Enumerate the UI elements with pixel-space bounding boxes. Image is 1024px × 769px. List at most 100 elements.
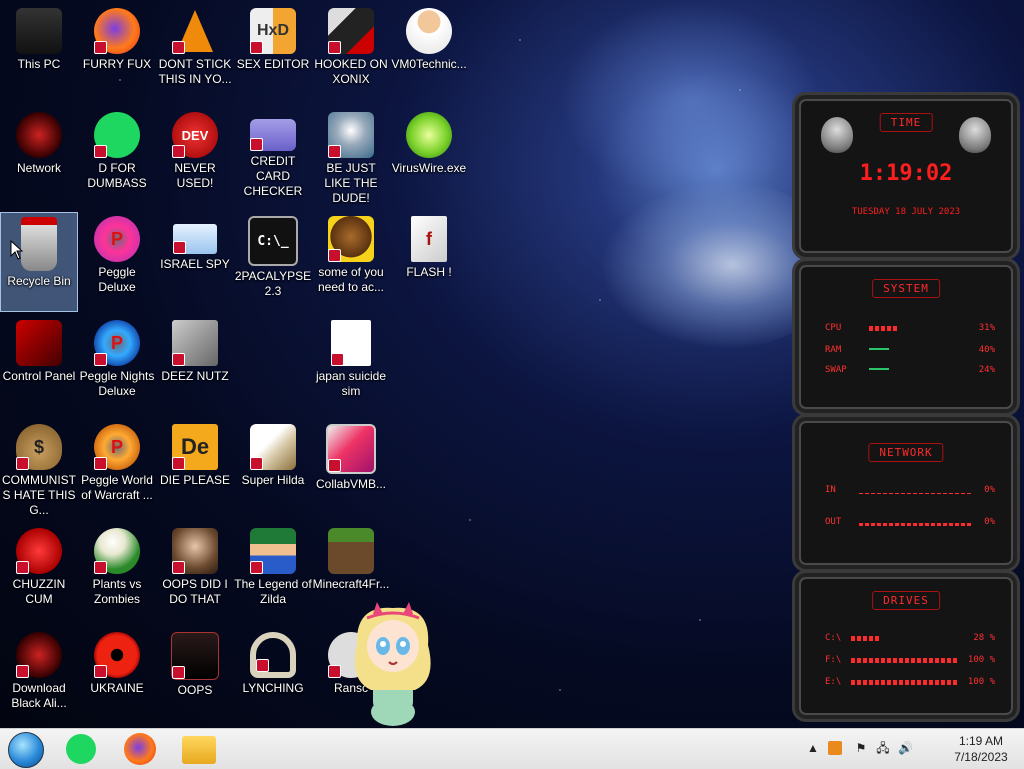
- taskbar-file-explorer-icon[interactable]: [182, 736, 216, 764]
- desktop-icon-plants-vs-zombies[interactable]: Plants vs Zombies: [78, 524, 156, 624]
- icon-label: Control Panel: [2, 369, 76, 383]
- desktop-icon-chuzzin[interactable]: CHUZZIN CUM: [0, 524, 78, 624]
- desktop-icon-japan-suicide[interactable]: japan suicide sim: [312, 316, 390, 416]
- network-widget: NETWORK IN 0% OUT 0%: [792, 414, 1020, 572]
- ram-value: 40%: [978, 345, 995, 355]
- desktop-icon-peggle-deluxe[interactable]: P Peggle Deluxe: [78, 212, 156, 312]
- alien-network-icon: [16, 112, 62, 158]
- alien-head-icon: [959, 117, 991, 153]
- tray-app-icon[interactable]: [828, 741, 842, 755]
- time-widget-date: TUESDAY 18 JULY 2023: [851, 207, 961, 217]
- desktop-icon-2pacalypse[interactable]: C:\_ 2PACALYPSE 2.3: [234, 212, 312, 312]
- icon-label: COMMUNISTS HATE THIS G...: [2, 473, 76, 517]
- desktop-icon-be-just-like[interactable]: BE JUST LIKE THE DUDE!: [312, 108, 390, 208]
- desktop-icon-die-please[interactable]: De DIE PLEASE: [156, 420, 234, 520]
- network-icon[interactable]: 🖧: [876, 741, 890, 755]
- icon-label: FLASH !: [406, 265, 452, 279]
- system-tray: ▲ ⚑ 🖧 🔊 1:19 AM 7/18/2023: [806, 729, 1016, 769]
- radiation-icon: [94, 632, 140, 678]
- taskbar-clock[interactable]: 1:19 AM 7/18/2023: [946, 733, 1016, 765]
- limewire-icon: [406, 112, 452, 158]
- drives-widget: DRIVES C:\ 28 % F:\ 100 % E:\ 100 %: [792, 570, 1020, 722]
- desktop-icon-oops-did-i[interactable]: OOPS DID I DO THAT: [156, 524, 234, 624]
- desktop-icon-sex-editor[interactable]: HxD SEX EDITOR: [234, 4, 312, 104]
- desktop-icon-deez-nutz[interactable]: DEEZ NUTZ: [156, 316, 234, 416]
- desktop-icon-communists[interactable]: $ COMMUNISTS HATE THIS G...: [0, 420, 78, 520]
- drive-c-label: C:\: [825, 633, 842, 643]
- desktop-icon-network[interactable]: Network: [0, 108, 78, 208]
- windows-stack-icon: [172, 320, 218, 366]
- icon-label: Network: [16, 161, 61, 175]
- desktop-icon-some-of-you[interactable]: some of you need to ac...: [312, 212, 390, 312]
- peggle-icon: P: [94, 216, 140, 262]
- desktop-icon-collabvm[interactable]: CollabVMB...: [312, 420, 390, 520]
- desktop-icon-israel-spy[interactable]: ISRAEL SPY: [156, 212, 234, 312]
- icon-label: NEVER USED!: [174, 161, 216, 190]
- icon-label: Minecraft4Fr...: [312, 577, 390, 591]
- icon-label: OOPS: [177, 683, 213, 697]
- icon-label: DIE PLEASE: [159, 473, 231, 487]
- start-button[interactable]: [8, 732, 44, 768]
- desktop-icon-ukraine[interactable]: UKRAINE: [78, 628, 156, 728]
- icon-label: DEEZ NUTZ: [161, 369, 229, 383]
- peggle-world-icon: P: [94, 424, 140, 470]
- document-icon: [331, 320, 371, 366]
- desktop-icon-super-hilda[interactable]: Super Hilda: [234, 420, 312, 520]
- desktop-icon-dont-stick[interactable]: DONT STICK THIS IN YO...: [156, 4, 234, 104]
- desktop-icon-download-black[interactable]: Download Black Ali...: [0, 628, 78, 728]
- vlc-cone-icon: [172, 8, 218, 54]
- desktop-icon-lynching[interactable]: LYNCHING: [234, 628, 312, 728]
- network-in-value: 0%: [984, 485, 995, 495]
- desktop-icon-furry-fux[interactable]: FURRY FUX: [78, 4, 156, 104]
- system-widget-title: SYSTEM: [872, 279, 940, 298]
- desktop-icon-credit-card[interactable]: CREDIT CARD CHECKER: [234, 108, 312, 208]
- taskbar-firefox-icon[interactable]: [124, 733, 156, 765]
- desktop-icon-flash[interactable]: f FLASH !: [390, 212, 468, 312]
- network-in-label: IN: [825, 485, 836, 495]
- desktop-icon-control-panel[interactable]: Control Panel: [0, 316, 78, 416]
- show-hidden-icons-icon[interactable]: ▲: [806, 741, 820, 755]
- drive-e-label: E:\: [825, 677, 842, 687]
- desktop-icon-legend-of-zilda[interactable]: The Legend of Zilda: [234, 524, 312, 624]
- cpu-label: CPU: [825, 323, 842, 333]
- pixel-hero-icon: [250, 528, 296, 574]
- icon-label: BE JUST LIKE THE DUDE!: [324, 161, 378, 205]
- icon-label: DONT STICK THIS IN YO...: [158, 57, 232, 86]
- desktop-icon-vm0technic[interactable]: VM0Technic...: [390, 4, 468, 104]
- ram-label: RAM: [825, 345, 842, 355]
- desktop-icon-hooked-on-xonix[interactable]: HOOKED ON XONIX: [312, 4, 390, 104]
- drive-e-row: E:\ 100 %: [825, 677, 995, 689]
- desktop-icon-d-for[interactable]: D FOR DUMBASS: [78, 108, 156, 208]
- drive-e-bar: [851, 680, 959, 685]
- icon-label: japan suicide sim: [315, 369, 387, 398]
- icon-label: The Legend of Zilda: [234, 577, 312, 606]
- desktop-icon-recycle-bin[interactable]: Recycle Bin: [0, 212, 78, 312]
- icon-label: CollabVMB...: [315, 477, 387, 491]
- desktop-icon-this-pc[interactable]: This PC: [0, 4, 78, 104]
- credit-card-icon: [250, 119, 296, 151]
- time-widget: TIME 1:19:02 TUESDAY 18 JULY 2023: [792, 92, 1020, 260]
- desktop-icon-peggle-world[interactable]: P Peggle World of Warcraft ...: [78, 420, 156, 520]
- desktop-icon-peggle-nights[interactable]: P Peggle Nights Deluxe: [78, 316, 156, 416]
- volume-icon[interactable]: 🔊: [898, 741, 913, 755]
- desktop-icon-oops[interactable]: OOPS: [156, 628, 234, 728]
- portrait-icon: [172, 528, 218, 574]
- de-logo-icon: De: [172, 424, 218, 470]
- pixel-character-icon: [250, 424, 296, 470]
- icon-label: Peggle Deluxe: [98, 265, 136, 294]
- peggle-nights-icon: P: [94, 320, 140, 366]
- icon-label: CHUZZIN CUM: [12, 577, 66, 606]
- xonix-icon: [328, 8, 374, 54]
- network-share-icon: [173, 224, 217, 254]
- icon-label: Download Black Ali...: [11, 681, 67, 710]
- drive-f-value: 100 %: [967, 655, 995, 665]
- icon-label: Recycle Bin: [7, 274, 71, 288]
- taskbar-app-green-icon[interactable]: [66, 734, 96, 764]
- icon-label: 2PACALYPSE 2.3: [234, 269, 312, 298]
- cpu-value: 31%: [978, 323, 995, 333]
- desktop-icon-viruswire[interactable]: VirusWire.exe: [390, 108, 468, 208]
- desktop-icon-never-used[interactable]: DEV NEVER USED!: [156, 108, 234, 208]
- control-panel-icon: [16, 320, 62, 366]
- drive-e-value: 100 %: [967, 677, 995, 687]
- action-center-flag-icon[interactable]: ⚑: [854, 741, 868, 755]
